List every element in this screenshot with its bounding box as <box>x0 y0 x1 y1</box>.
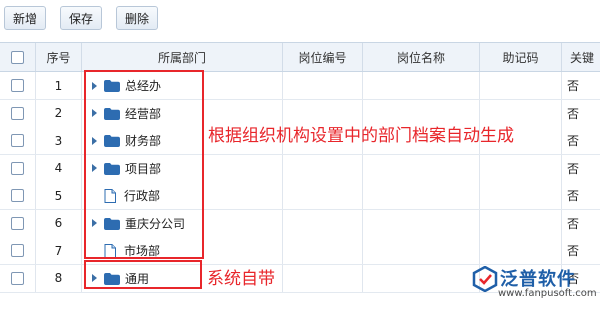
row-seq: 8 <box>36 264 82 292</box>
row-checkbox[interactable] <box>11 161 24 175</box>
logo-url: www.fanpusoft.com <box>498 288 597 299</box>
row-checkbox[interactable] <box>11 189 24 202</box>
row-name[interactable] <box>363 237 480 264</box>
row-close[interactable]: 否 <box>562 182 600 209</box>
save-button[interactable]: 保存 <box>60 6 103 30</box>
row-code[interactable] <box>283 209 363 237</box>
header-code[interactable]: 岗位编号 <box>283 43 363 71</box>
dept-archive-annotation: 根据组织机构设置中的部门档案自动生成 <box>208 126 514 146</box>
row-code[interactable] <box>283 237 363 264</box>
row-code[interactable] <box>283 182 363 209</box>
select-all-cell[interactable] <box>0 43 36 71</box>
header-dept[interactable]: 所属部门 <box>82 43 283 71</box>
row-checkbox[interactable] <box>11 106 24 120</box>
row-checkbox[interactable] <box>11 216 24 230</box>
row-name[interactable] <box>363 72 480 99</box>
row-name[interactable] <box>363 154 480 182</box>
row-memo[interactable] <box>480 72 562 99</box>
row-checkbox[interactable] <box>11 271 24 285</box>
brand-logo: 泛普软件 www.fanpusoft.com <box>470 262 597 308</box>
add-button[interactable]: 新增 <box>4 6 47 30</box>
dept-highlight-box <box>84 70 204 259</box>
row-seq: 3 <box>36 127 82 154</box>
row-seq: 7 <box>36 237 82 264</box>
system-annotation: 系统自带 <box>207 269 275 289</box>
row-memo[interactable] <box>480 237 562 264</box>
row-select-cell[interactable] <box>0 264 36 292</box>
row-select-cell[interactable] <box>0 154 36 182</box>
row-select-cell[interactable] <box>0 209 36 237</box>
header-memo[interactable]: 助记码 <box>480 43 562 71</box>
row-checkbox[interactable] <box>11 79 24 92</box>
row-close[interactable]: 否 <box>562 155 600 182</box>
row-seq: 2 <box>36 99 82 127</box>
row-name[interactable] <box>363 182 480 209</box>
row-close[interactable]: 否 <box>562 100 600 127</box>
row-seq: 1 <box>36 72 82 99</box>
row-checkbox[interactable] <box>11 134 24 147</box>
row-seq: 5 <box>36 182 82 209</box>
row-code[interactable] <box>283 72 363 99</box>
row-memo[interactable] <box>480 182 562 209</box>
delete-button[interactable]: 删除 <box>116 6 159 30</box>
row-memo[interactable] <box>480 154 562 182</box>
grid-header: 序号 所属部门 岗位编号 岗位名称 助记码 关键 <box>0 43 600 72</box>
toolbar: 新增 保存 删除 <box>0 0 600 38</box>
row-checkbox[interactable] <box>11 244 24 257</box>
row-close[interactable]: 否 <box>562 210 600 237</box>
row-select-cell[interactable] <box>0 99 36 127</box>
system-highlight-box <box>84 260 202 289</box>
row-select-cell[interactable] <box>0 237 36 264</box>
row-close[interactable]: 否 <box>562 127 600 154</box>
row-memo[interactable] <box>480 209 562 237</box>
row-name[interactable] <box>363 209 480 237</box>
row-code[interactable] <box>283 264 363 292</box>
row-select-cell[interactable] <box>0 72 36 99</box>
row-name[interactable] <box>363 264 480 292</box>
header-close[interactable]: 关键 <box>562 43 600 71</box>
row-select-cell[interactable] <box>0 127 36 154</box>
logo-mark-icon <box>472 266 498 292</box>
row-code[interactable] <box>283 154 363 182</box>
header-seq[interactable]: 序号 <box>36 43 82 71</box>
header-name[interactable]: 岗位名称 <box>363 43 480 71</box>
row-seq: 4 <box>36 154 82 182</box>
row-select-cell[interactable] <box>0 182 36 209</box>
row-close[interactable]: 否 <box>562 72 600 99</box>
select-all-checkbox[interactable] <box>11 50 24 64</box>
row-close[interactable]: 否 <box>562 237 600 264</box>
row-seq: 6 <box>36 209 82 237</box>
